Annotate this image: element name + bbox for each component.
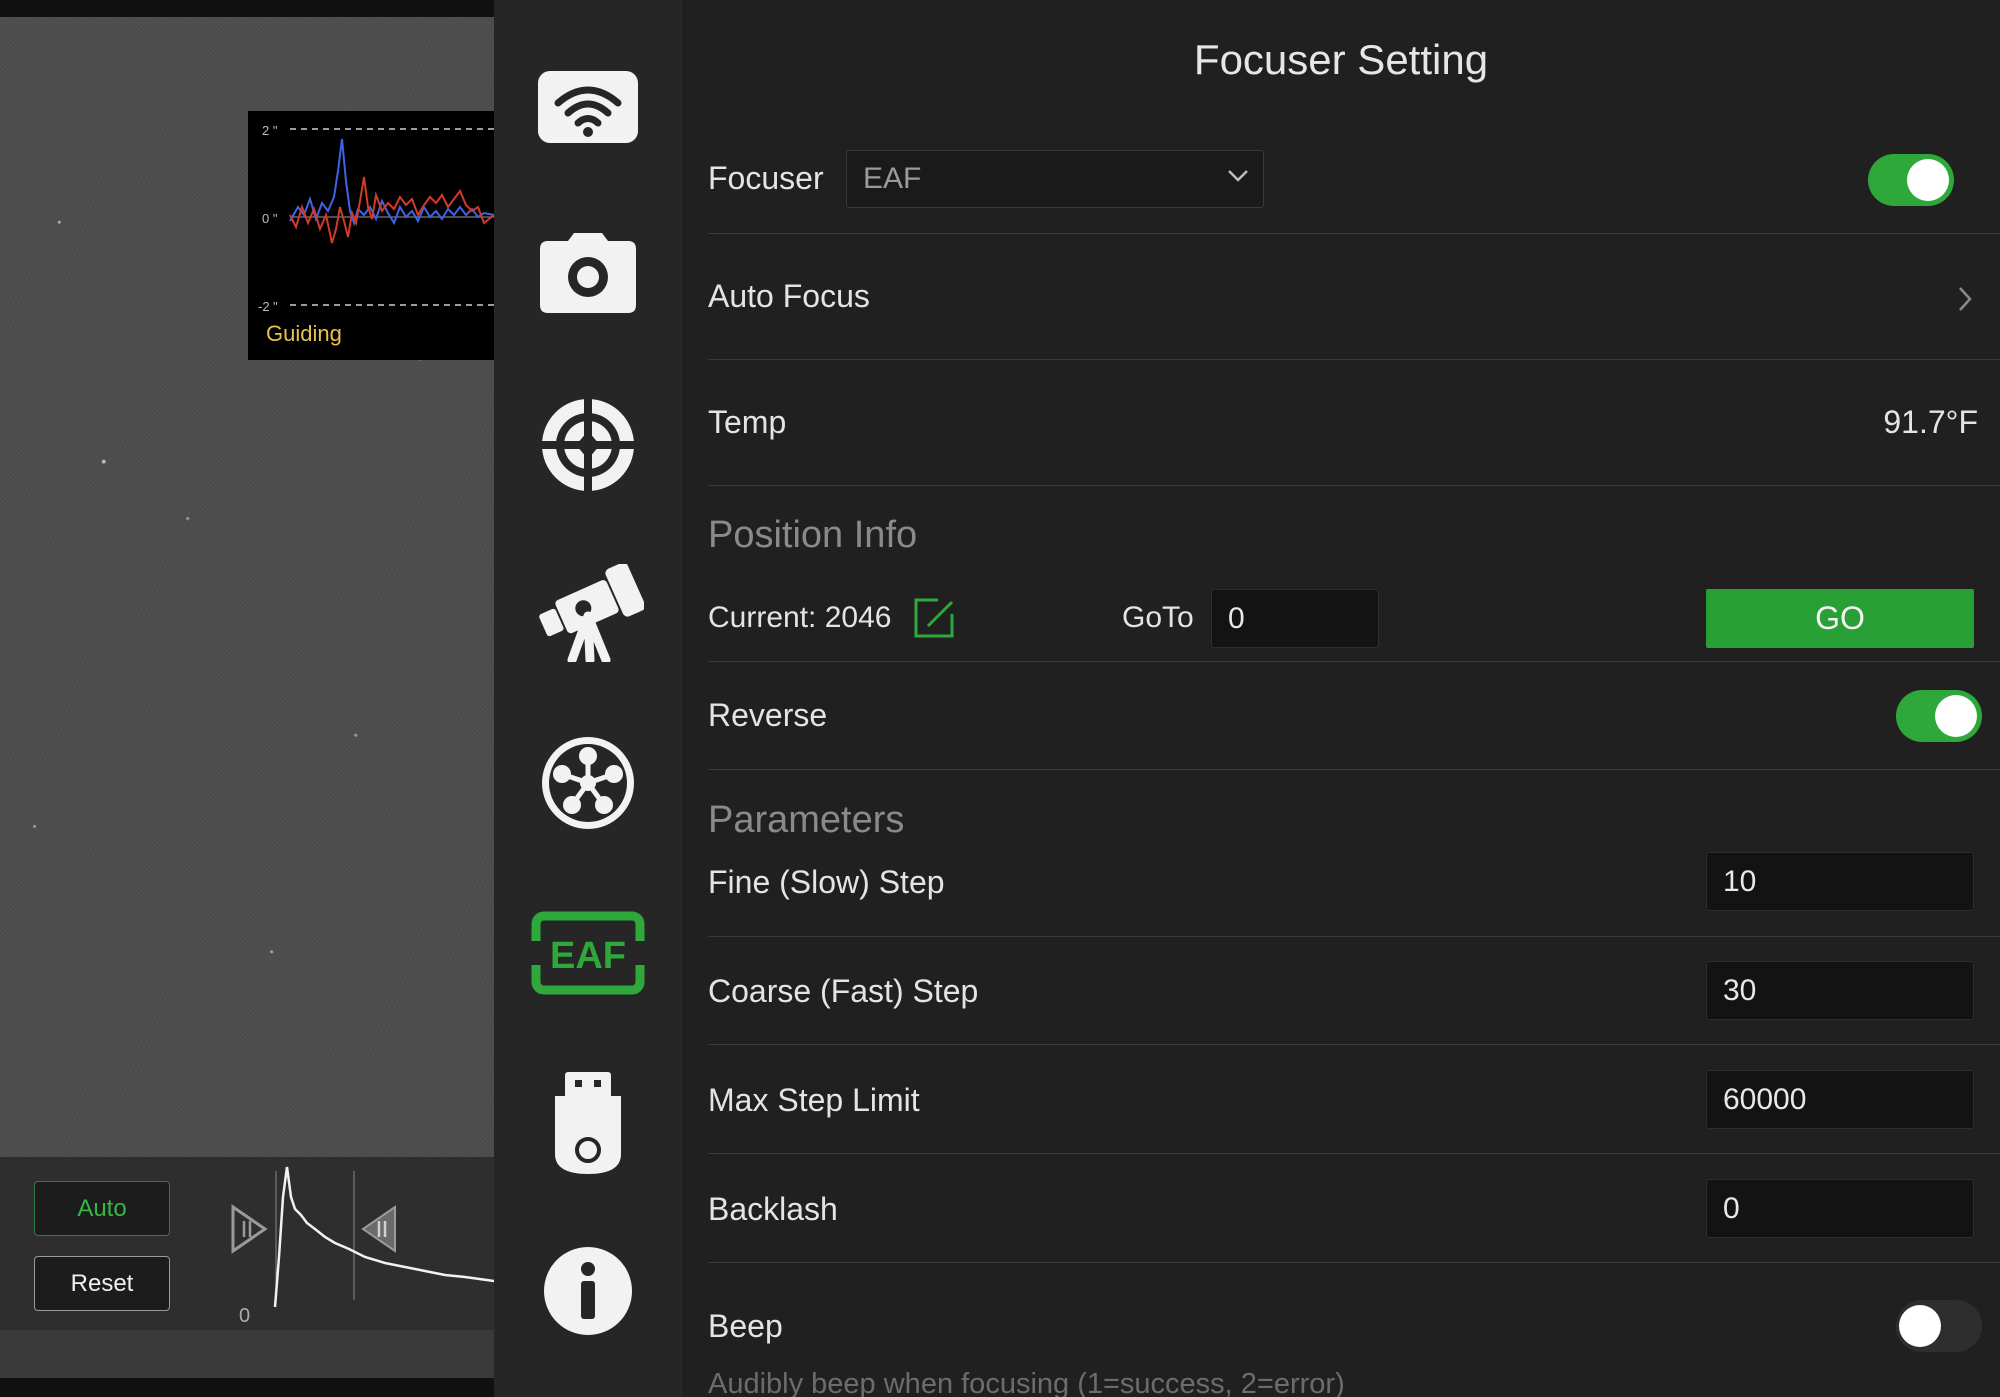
guiding-graph-panel[interactable]: 2 " 0 " -2 " Guiding [248, 111, 494, 360]
sky-preview-pane: 2 " 0 " -2 " Guiding Auto Reset 0 [0, 0, 494, 1397]
usb-storage-icon [555, 1072, 621, 1174]
goto-position-input[interactable]: 0 [1211, 589, 1379, 648]
position-info-header: Position Info [708, 514, 918, 556]
sidebar-item-camera[interactable] [524, 218, 652, 328]
guide-dec-series [289, 138, 494, 227]
edit-icon[interactable] [912, 596, 956, 640]
beep-label: Beep [708, 1308, 783, 1344]
sky-top-strip [0, 0, 494, 17]
guiding-label: Guiding [266, 321, 342, 346]
max-step-label: Max Step Limit [708, 1082, 920, 1118]
divider [708, 661, 2000, 662]
reverse-label: Reverse [708, 697, 828, 733]
go-button[interactable]: GO [1706, 589, 1974, 648]
divider [708, 233, 2000, 234]
histogram-graph[interactable] [215, 1157, 494, 1330]
histogram-zero-label: 0 [239, 1305, 251, 1327]
page-title: Focuser Setting [1193, 36, 1489, 83]
fine-step-input[interactable]: 10 [1706, 852, 1974, 911]
chevron-down-icon [1228, 170, 1248, 182]
parameters-header: Parameters [708, 799, 905, 841]
reset-stretch-button[interactable]: Reset [34, 1256, 170, 1311]
sidebar-item-filter-wheel[interactable] [524, 728, 652, 838]
camera-icon [540, 233, 636, 313]
toggle-knob [1899, 1305, 1941, 1347]
eaf-focuser-icon: EAF [531, 911, 645, 995]
wifi-icon [538, 71, 638, 143]
histogram-bar: Auto Reset 0 [0, 1157, 494, 1330]
temp-label: Temp [708, 404, 787, 440]
divider [708, 485, 2000, 486]
current-position-label: Current: 2046 [708, 601, 892, 634]
sidebar-item-wifi[interactable] [524, 52, 652, 162]
filter-wheel-icon [542, 737, 634, 829]
focuser-settings-panel: Focuser Setting Focuser EAF Auto Focus T… [682, 0, 2000, 1397]
fine-step-label: Fine (Slow) Step [708, 864, 945, 900]
backlash-label: Backlash [708, 1191, 838, 1227]
divider [708, 1262, 2000, 1263]
guide-tick-zero: 0 " [262, 211, 278, 226]
beep-toggle[interactable] [1896, 1300, 1982, 1352]
sidebar-item-guide[interactable] [524, 390, 652, 500]
divider [708, 936, 2000, 937]
guide-tick-bottom: -2 " [258, 299, 278, 314]
sidebar-item-storage[interactable] [524, 1068, 652, 1178]
guide-crosshair-icon [540, 397, 636, 493]
auto-stretch-button[interactable]: Auto [34, 1181, 170, 1236]
sidebar-item-focuser[interactable]: EAF [524, 898, 652, 1008]
info-icon [544, 1247, 632, 1335]
temp-value: 91.7°F [1883, 404, 1978, 440]
goto-label: GoTo [1122, 601, 1194, 634]
focuser-label: Focuser [708, 160, 824, 196]
eaf-icon-text: EAF [550, 935, 626, 977]
focuser-enable-toggle[interactable] [1868, 154, 1954, 206]
toggle-knob [1935, 695, 1977, 737]
sky-bottom-edge [0, 1378, 494, 1397]
focuser-select-value: EAF [863, 162, 922, 195]
divider [708, 359, 2000, 360]
divider [708, 769, 2000, 770]
divider [708, 1044, 2000, 1045]
beep-description: Audibly beep when focusing (1=success, 2… [708, 1368, 1345, 1397]
coarse-step-label: Coarse (Fast) Step [708, 973, 979, 1009]
divider [708, 1153, 2000, 1154]
sidebar-item-mount[interactable] [524, 558, 652, 668]
auto-focus-label[interactable]: Auto Focus [708, 278, 870, 315]
max-step-input[interactable]: 60000 [1706, 1070, 1974, 1129]
guide-tick-top: 2 " [262, 123, 278, 138]
sidebar-item-info[interactable] [524, 1236, 652, 1346]
chevron-right-icon[interactable] [1956, 284, 1974, 314]
backlash-input[interactable]: 0 [1706, 1179, 1974, 1238]
reverse-toggle[interactable] [1896, 690, 1982, 742]
toggle-knob [1907, 159, 1949, 201]
focuser-select[interactable]: EAF [846, 150, 1264, 208]
coarse-step-input[interactable]: 30 [1706, 961, 1974, 1020]
device-sidebar: EAF [494, 0, 682, 1397]
telescope-icon [539, 564, 644, 662]
